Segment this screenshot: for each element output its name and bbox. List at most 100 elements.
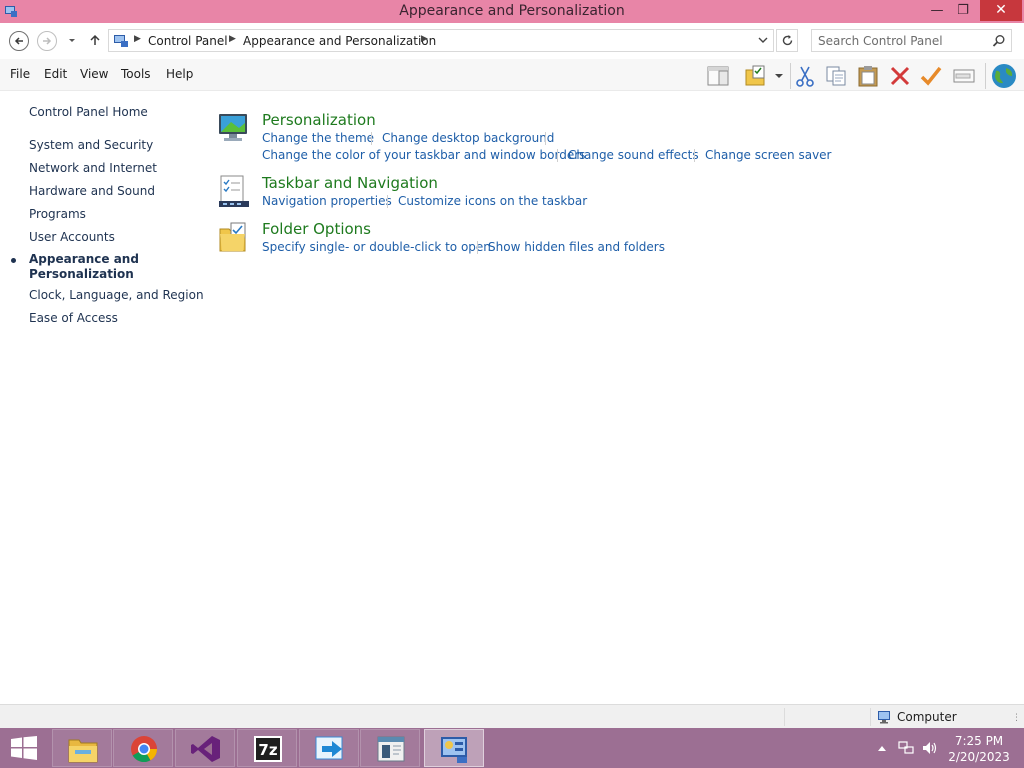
sidebar-item-system-and-security[interactable]: System and Security bbox=[29, 138, 153, 152]
security-zone-label: Computer bbox=[897, 710, 957, 724]
title-bar: Appearance and Personalization — ❐ ✕ bbox=[0, 0, 1024, 23]
category-personalization: Personalization Change the theme Change … bbox=[205, 111, 1005, 171]
task-change-desktop-background[interactable]: Change desktop background bbox=[382, 131, 554, 145]
menu-edit[interactable]: Edit bbox=[44, 67, 67, 81]
taskbar-app-control-panel[interactable] bbox=[424, 729, 484, 767]
menu-help[interactable]: Help bbox=[166, 67, 193, 81]
up-arrow-icon[interactable] bbox=[88, 33, 102, 47]
taskbar-app-document-viewer[interactable] bbox=[360, 729, 420, 767]
preview-pane-icon[interactable] bbox=[706, 64, 730, 88]
taskbar-app-file-explorer[interactable] bbox=[52, 729, 112, 767]
close-button[interactable]: ✕ bbox=[980, 0, 1022, 21]
sidebar-item-network-and-internet[interactable]: Network and Internet bbox=[29, 161, 157, 175]
folder-options-icon[interactable] bbox=[217, 220, 251, 254]
task-separator bbox=[477, 241, 478, 254]
window-title: Appearance and Personalization bbox=[399, 3, 625, 19]
clock-time: 7:25 PM bbox=[954, 734, 1004, 748]
sidebar-item-clock-language-region[interactable]: Clock, Language, and Region bbox=[29, 288, 204, 302]
category-title-taskbar-and-navigation[interactable]: Taskbar and Navigation bbox=[262, 174, 438, 192]
clock-date: 2/20/2023 bbox=[948, 750, 1010, 764]
address-bar-icon[interactable] bbox=[952, 64, 976, 88]
chevron-down-icon[interactable] bbox=[772, 64, 786, 88]
clock[interactable]: 7:25 PM 2/20/2023 bbox=[946, 733, 1012, 765]
recent-locations-dropdown-icon[interactable] bbox=[66, 34, 78, 46]
visual-studio-icon bbox=[191, 736, 220, 762]
task-change-taskbar-color[interactable]: Change the color of your taskbar and win… bbox=[262, 148, 585, 162]
task-separator bbox=[694, 149, 695, 162]
restore-button[interactable]: ❐ bbox=[948, 0, 978, 21]
volume-icon[interactable] bbox=[922, 741, 938, 755]
control-panel-icon bbox=[441, 737, 467, 763]
taskbar-app-visual-studio[interactable] bbox=[175, 729, 235, 767]
toolbar-divider bbox=[985, 63, 986, 89]
task-show-hidden-files[interactable]: Show hidden files and folders bbox=[488, 240, 665, 254]
sidebar-item-appearance-current: Appearance and Personalization bbox=[29, 252, 149, 282]
search-box[interactable] bbox=[811, 29, 1012, 52]
resize-grip-icon[interactable]: ⋮ bbox=[1012, 713, 1021, 723]
category-folder-options: Folder Options Specify single- or double… bbox=[205, 220, 1005, 260]
refresh-button[interactable] bbox=[776, 29, 798, 52]
breadcrumb-control-panel[interactable]: Control Panel bbox=[148, 34, 228, 48]
minimize-icon: — bbox=[930, 3, 944, 18]
back-button[interactable] bbox=[9, 31, 29, 51]
sidebar-item-user-accounts[interactable]: User Accounts bbox=[29, 230, 115, 244]
refresh-icon bbox=[782, 35, 793, 46]
task-navigation-properties[interactable]: Navigation properties bbox=[262, 194, 392, 208]
breadcrumb-separator-icon[interactable]: ▶ bbox=[134, 34, 141, 44]
status-divider bbox=[870, 708, 871, 726]
delete-icon[interactable] bbox=[888, 64, 912, 88]
toolbar-divider bbox=[790, 63, 791, 89]
task-single-double-click[interactable]: Specify single- or double-click to open bbox=[262, 240, 491, 254]
computer-icon bbox=[878, 711, 890, 724]
windows-start-icon[interactable] bbox=[10, 736, 38, 760]
breadcrumb-separator-icon[interactable]: ▶ bbox=[229, 34, 236, 44]
category-title-folder-options[interactable]: Folder Options bbox=[262, 220, 371, 238]
chevron-down-icon[interactable] bbox=[757, 34, 769, 46]
category-taskbar-and-navigation: Taskbar and Navigation Navigation proper… bbox=[205, 174, 1005, 214]
address-row: ▶ Control Panel ▶ Appearance and Persona… bbox=[0, 23, 1024, 59]
sidebar-control-panel-home[interactable]: Control Panel Home bbox=[29, 105, 148, 119]
task-change-sound-effects[interactable]: Change sound effects bbox=[568, 148, 699, 162]
checkmark-icon[interactable] bbox=[919, 64, 943, 88]
network-icon[interactable] bbox=[898, 741, 914, 755]
menu-tools[interactable]: Tools bbox=[121, 67, 151, 81]
address-bar[interactable]: ▶ Control Panel ▶ Appearance and Persona… bbox=[108, 29, 774, 52]
taskbar-app-chrome[interactable] bbox=[113, 729, 173, 767]
control-panel-icon bbox=[114, 35, 128, 47]
task-separator bbox=[557, 149, 558, 162]
copy-icon[interactable] bbox=[824, 64, 848, 88]
task-separator bbox=[387, 195, 388, 208]
main-content: Personalization Change the theme Change … bbox=[205, 91, 1024, 704]
chrome-icon bbox=[131, 736, 158, 763]
task-change-screen-saver[interactable]: Change screen saver bbox=[705, 148, 832, 162]
remote-app-icon bbox=[315, 736, 343, 760]
status-divider bbox=[784, 708, 785, 726]
menu-bar: File Edit View Tools Help bbox=[0, 59, 1024, 91]
sidebar-item-hardware-and-sound[interactable]: Hardware and Sound bbox=[29, 184, 155, 198]
taskbar-app-remote[interactable] bbox=[299, 729, 359, 767]
personalization-icon[interactable] bbox=[217, 111, 251, 145]
search-input[interactable] bbox=[818, 33, 988, 49]
taskbar-app-7zip[interactable]: 7z bbox=[237, 729, 297, 767]
status-bar: Computer ⋮ bbox=[0, 704, 1024, 728]
task-separator bbox=[545, 132, 546, 145]
forward-button[interactable] bbox=[37, 31, 57, 51]
document-viewer-icon bbox=[377, 736, 405, 762]
task-change-theme[interactable]: Change the theme bbox=[262, 131, 374, 145]
menu-view[interactable]: View bbox=[80, 67, 108, 81]
sidebar-item-ease-of-access[interactable]: Ease of Access bbox=[29, 311, 118, 325]
internet-globe-icon[interactable] bbox=[990, 62, 1018, 90]
sidebar-item-programs[interactable]: Programs bbox=[29, 207, 86, 221]
sidebar: Control Panel Home System and Security N… bbox=[0, 91, 205, 704]
show-hidden-icons-icon[interactable] bbox=[877, 744, 887, 752]
taskbar-icon[interactable] bbox=[217, 174, 251, 208]
cut-icon[interactable] bbox=[793, 64, 817, 88]
breadcrumb-appearance[interactable]: Appearance and Personalization bbox=[243, 34, 436, 48]
task-customize-taskbar-icons[interactable]: Customize icons on the taskbar bbox=[398, 194, 587, 208]
search-icon[interactable] bbox=[992, 34, 1006, 48]
menu-file[interactable]: File bbox=[10, 67, 30, 81]
paste-icon[interactable] bbox=[856, 64, 880, 88]
category-title-personalization[interactable]: Personalization bbox=[262, 111, 376, 129]
folder-options-icon[interactable] bbox=[744, 64, 768, 88]
breadcrumb-separator-icon[interactable]: ▶ bbox=[421, 34, 428, 44]
